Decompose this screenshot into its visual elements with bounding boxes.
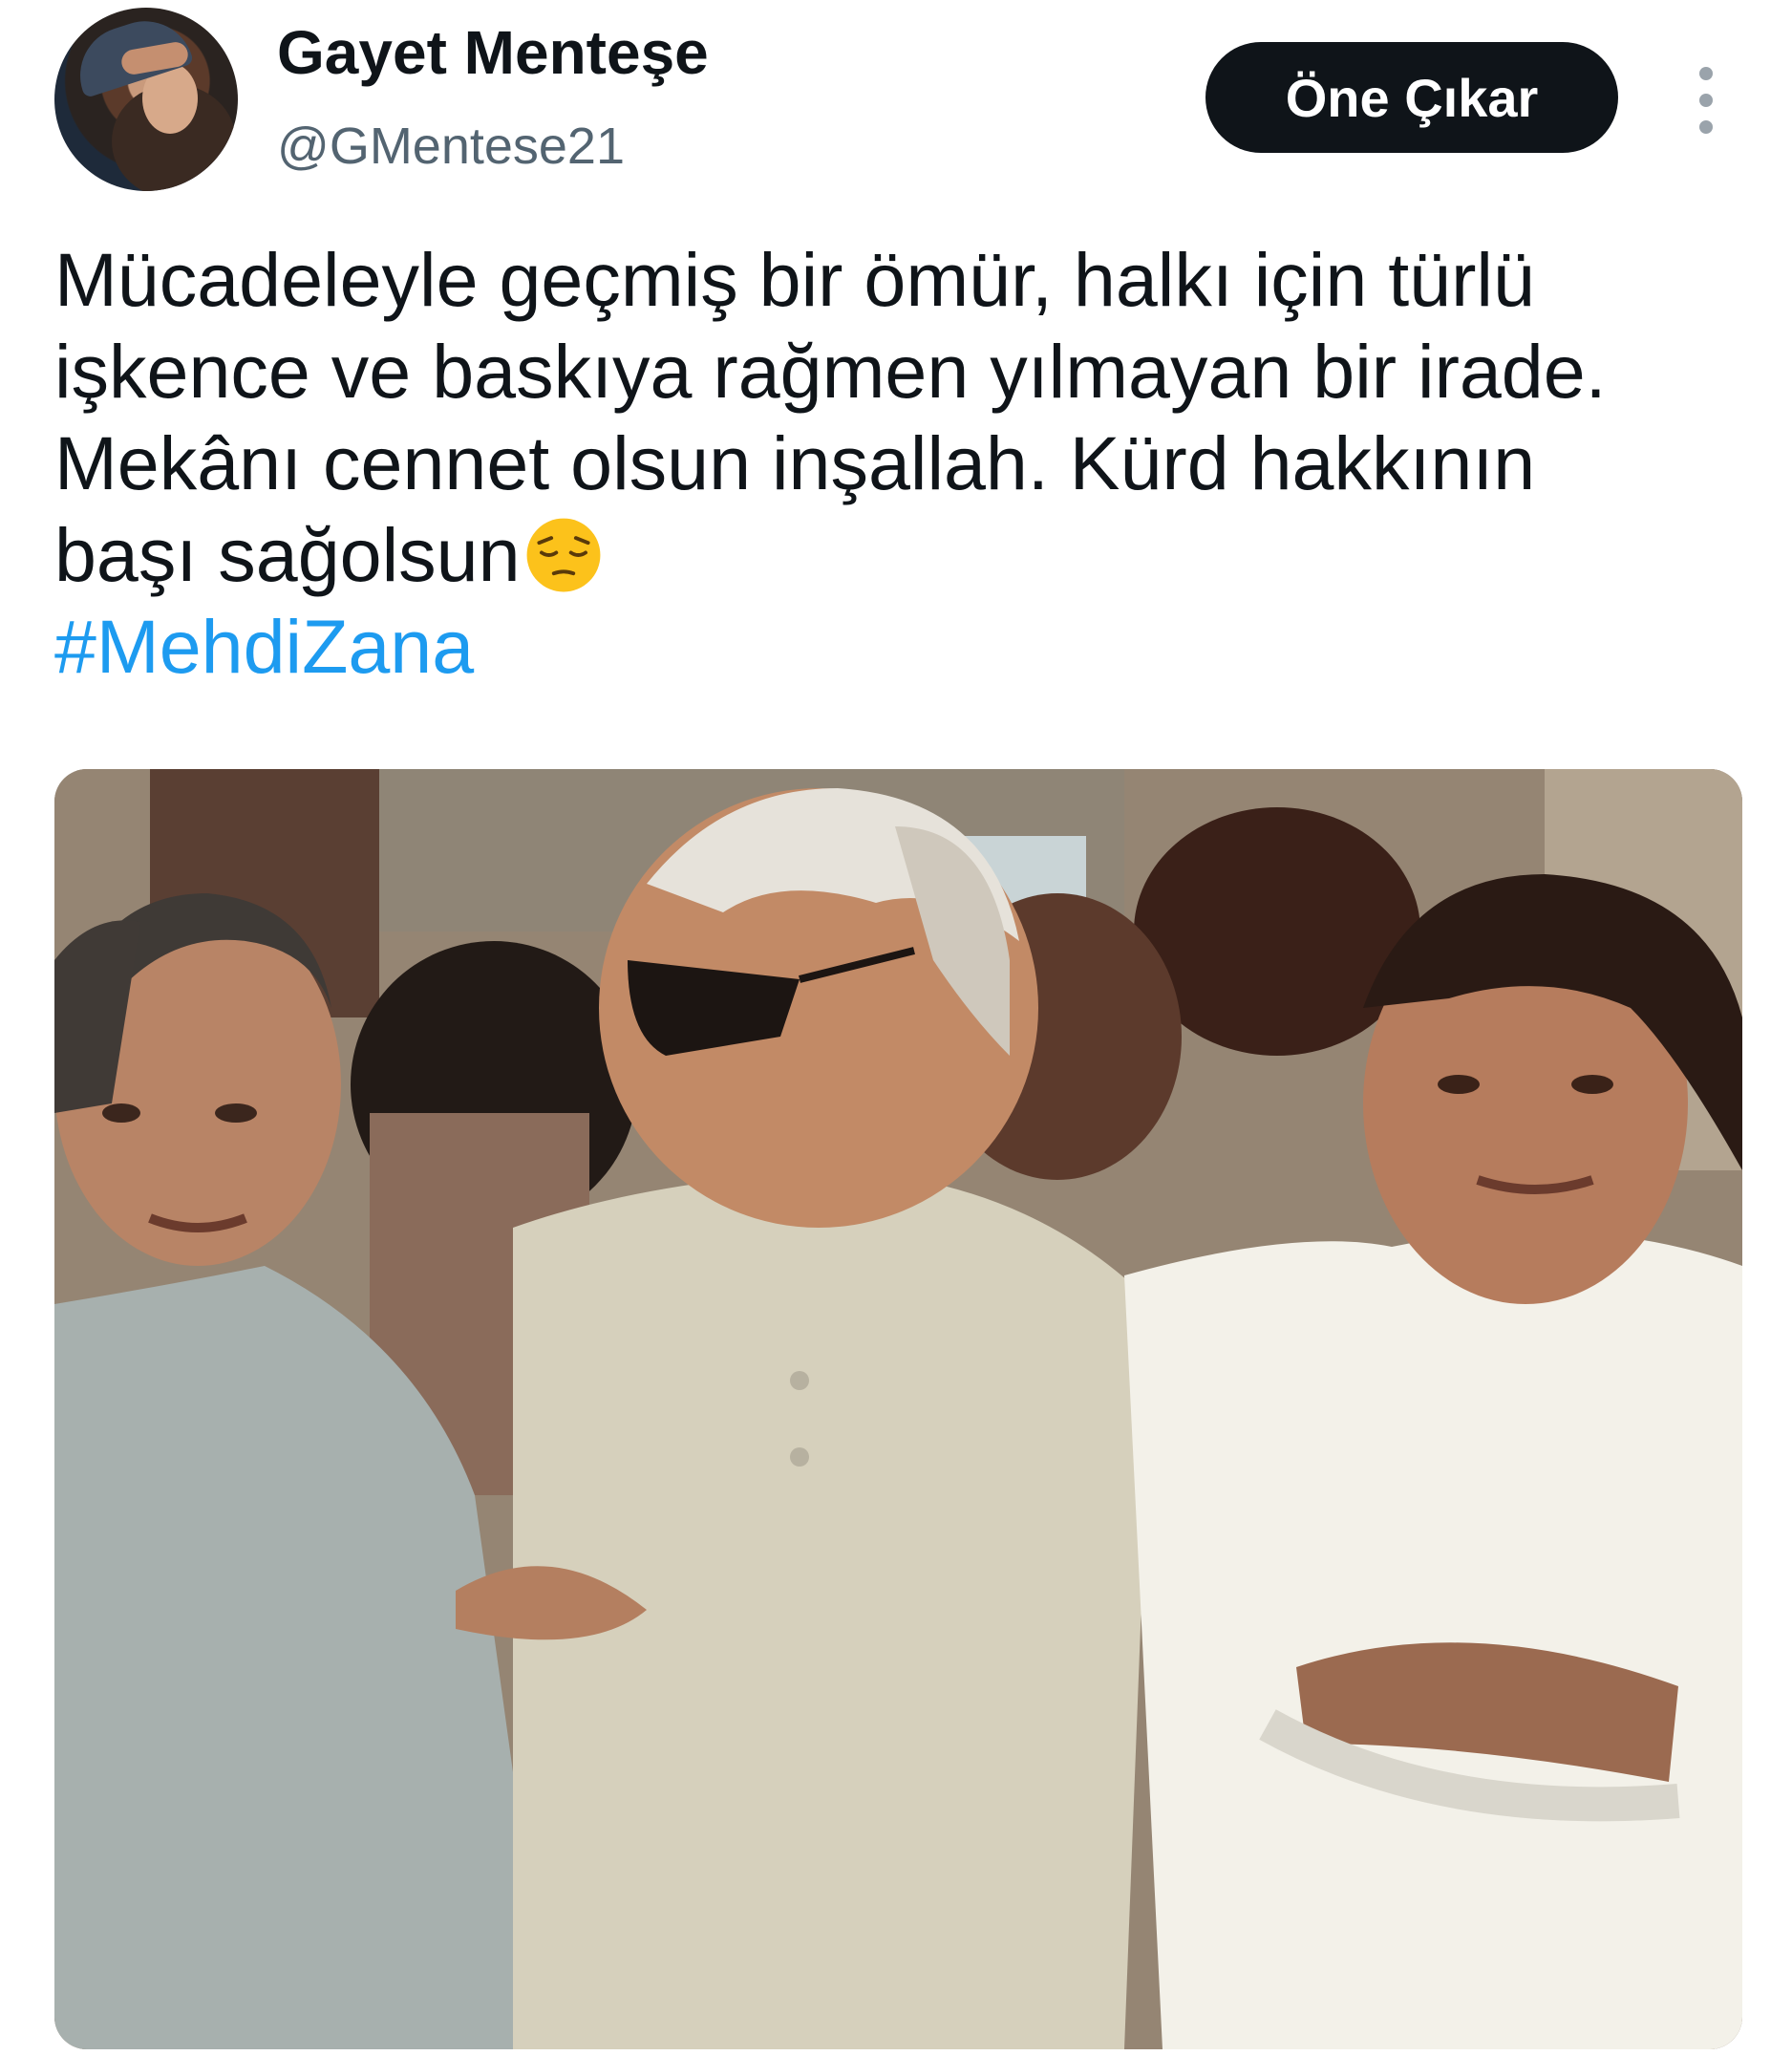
tweet-header: Gayet Menteşe @GMentese21 Öne Çıkar: [0, 0, 1792, 201]
more-vertical-icon[interactable]: [1689, 67, 1723, 134]
tweet-text-line: Mekânı cennet olsun inşallah. Kürd hakkı…: [54, 420, 1536, 505]
tweet-text-line-last: başı sağolsun: [54, 509, 1755, 601]
group-photo-illustration: [54, 769, 1742, 2049]
feature-button[interactable]: Öne Çıkar: [1205, 42, 1618, 153]
hashtag-link[interactable]: #MehdiZana: [54, 601, 1755, 693]
tweet-text-line: Mücadeleyle geçmiş bir ömür, halkı için …: [54, 237, 1535, 322]
author-handle[interactable]: @GMentese21: [277, 117, 625, 176]
tweet-text: Mücadeleyle geçmiş bir ömür, halkı için …: [54, 234, 1755, 693]
author-display-name[interactable]: Gayet Menteşe: [277, 17, 709, 88]
pensive-face-emoji-icon: [526, 518, 600, 592]
avatar[interactable]: [54, 8, 238, 191]
tweet-photo[interactable]: [54, 769, 1742, 2049]
tweet-text-line: işkence ve baskıya rağmen yılmayan bir i…: [54, 329, 1607, 414]
tweet-text-line-content: başı sağolsun: [54, 512, 521, 597]
